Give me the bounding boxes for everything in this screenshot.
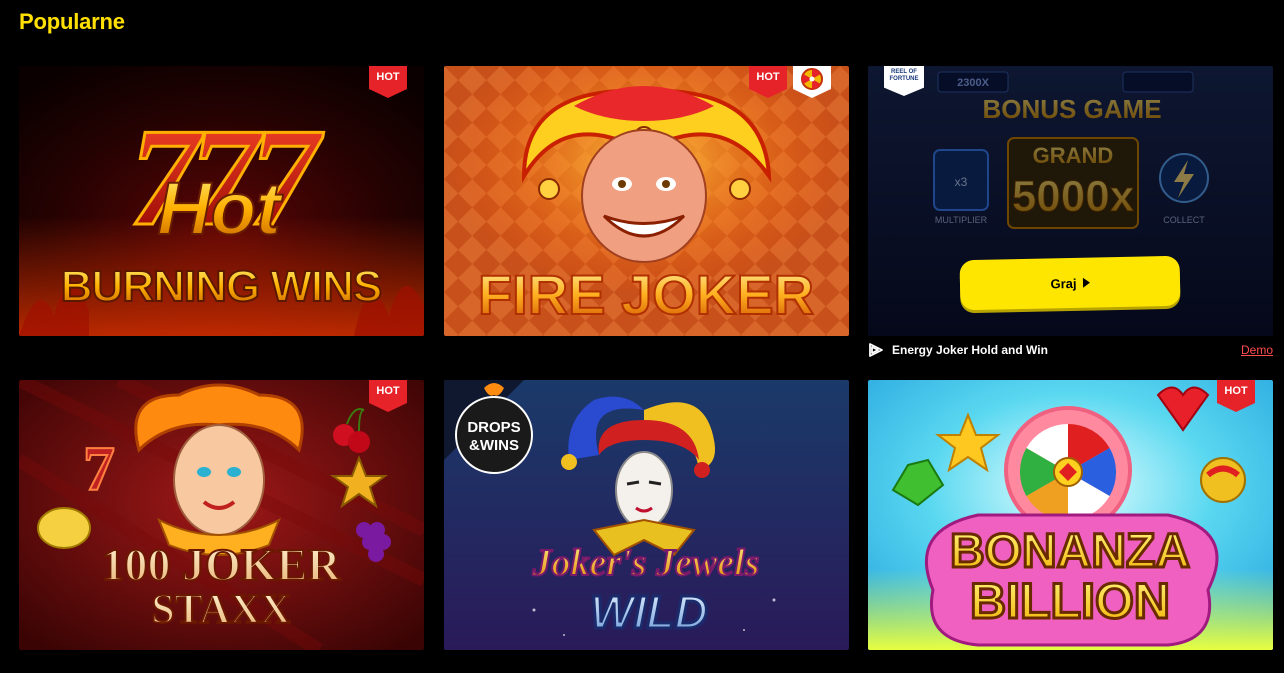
game-artwork: 7 100 JOKER STAXX [19, 380, 424, 650]
provider-play-icon [869, 343, 883, 357]
title-100-joker: 100 JOKER [102, 539, 342, 590]
game-tile-energy-joker-hold-and-win[interactable]: 2300X BONUS GAME GRAND 5000x x3 MULTIPLI… [868, 66, 1273, 336]
game-caption-row: Energy Joker Hold and Win Demo [868, 340, 1273, 360]
promo-drops: DROPS [467, 419, 520, 436]
game-artwork: 777 Hot BURNING WINS [19, 66, 424, 336]
game-artwork: FIRE JOKER [444, 66, 849, 336]
game-name: Energy Joker Hold and Win [892, 343, 1048, 357]
section-title: Popularne [19, 9, 125, 34]
game-tile-fire-joker[interactable]: FIRE JOKER HOT [444, 66, 849, 336]
title-fire-joker: FIRE JOKER [478, 263, 814, 326]
game-tile-bonanza-billion[interactable]: BONANZA BILLION HOT [868, 380, 1273, 650]
game-tile-777-hot-burning-wins[interactable]: 777 Hot BURNING WINS HOT [19, 66, 424, 336]
title-billion: BILLION [970, 573, 1170, 629]
title-wild: WILD [590, 586, 708, 638]
game-artwork: DROPS &WINS Joker's Jewels WILD [444, 380, 849, 650]
svg-text:7: 7 [83, 433, 115, 504]
play-label: Graj [1050, 275, 1077, 291]
game-artwork: BONANZA BILLION [868, 380, 1273, 650]
title-jokers-jewels: Joker's Jewels [532, 542, 760, 584]
demo-link[interactable]: Demo [1241, 343, 1273, 357]
play-button[interactable]: Graj [959, 255, 1181, 311]
game-tile-jokers-jewels-wild[interactable]: DROPS &WINS Joker's Jewels WILD [444, 380, 849, 650]
promo-wins: &WINS [469, 437, 519, 454]
play-icon [1082, 277, 1090, 288]
game-tile-100-joker-staxx[interactable]: 7 100 JOKER STAXX HOT [19, 380, 424, 650]
title-hot: Hot [157, 167, 284, 250]
title-burning-wins: BURNING WINS [61, 262, 381, 311]
title-staxx: STAXX [151, 587, 290, 633]
title-bonanza: BONANZA [950, 525, 1190, 578]
